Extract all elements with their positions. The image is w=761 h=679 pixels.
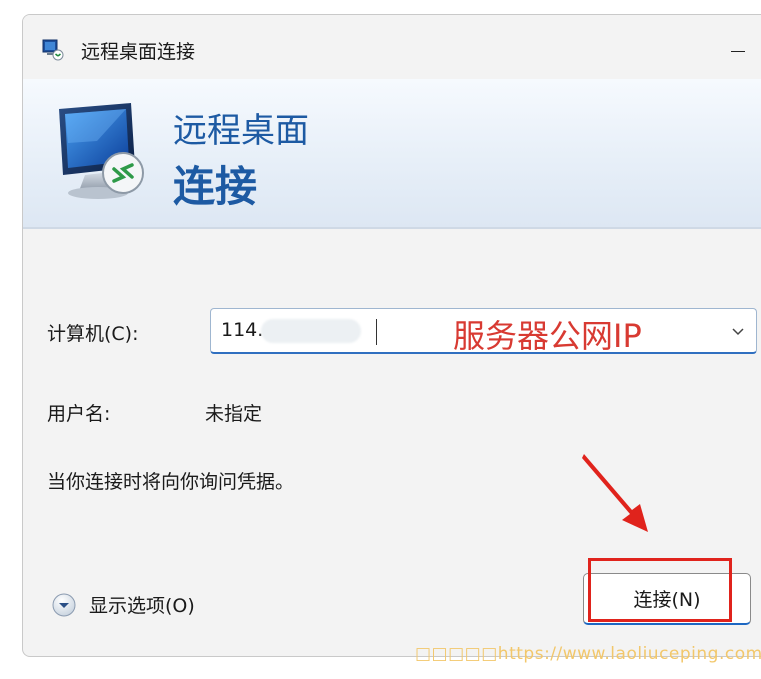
credentials-prompt: 当你连接时将向你询问凭据。 <box>47 471 295 493</box>
title-bar: 远程桌面连接 <box>23 15 761 79</box>
computer-combobox[interactable]: 114. 服务器公网IP <box>210 308 757 355</box>
show-options-toggle[interactable]: 显示选项(O) <box>51 591 195 618</box>
remote-desktop-icon <box>42 39 64 61</box>
chevron-down-icon[interactable] <box>730 323 746 339</box>
banner-title-line1: 远程桌面 <box>173 111 309 151</box>
monitor-connect-icon <box>59 103 144 199</box>
username-label: 用户名: <box>47 403 111 425</box>
watermark: □□□□□https://www.laoliuceping.com <box>415 644 761 664</box>
window-title: 远程桌面连接 <box>81 41 196 63</box>
computer-input[interactable]: 114. <box>221 319 263 341</box>
show-options-label: 显示选项(O) <box>89 595 195 617</box>
minimize-button[interactable] <box>715 25 761 71</box>
annotation-server-ip: 服务器公网IP <box>453 317 642 355</box>
computer-label: 计算机(C): <box>47 323 139 345</box>
highlight-box <box>588 558 732 622</box>
text-caret <box>376 319 377 345</box>
arrow-icon <box>582 454 648 532</box>
username-value: 未指定 <box>205 403 263 425</box>
banner-title-line2: 连接 <box>173 162 258 211</box>
expand-options-icon <box>52 593 76 616</box>
minimize-icon <box>731 50 745 52</box>
header-banner: 远程桌面 连接 <box>23 79 761 229</box>
redaction-mask <box>261 319 361 343</box>
